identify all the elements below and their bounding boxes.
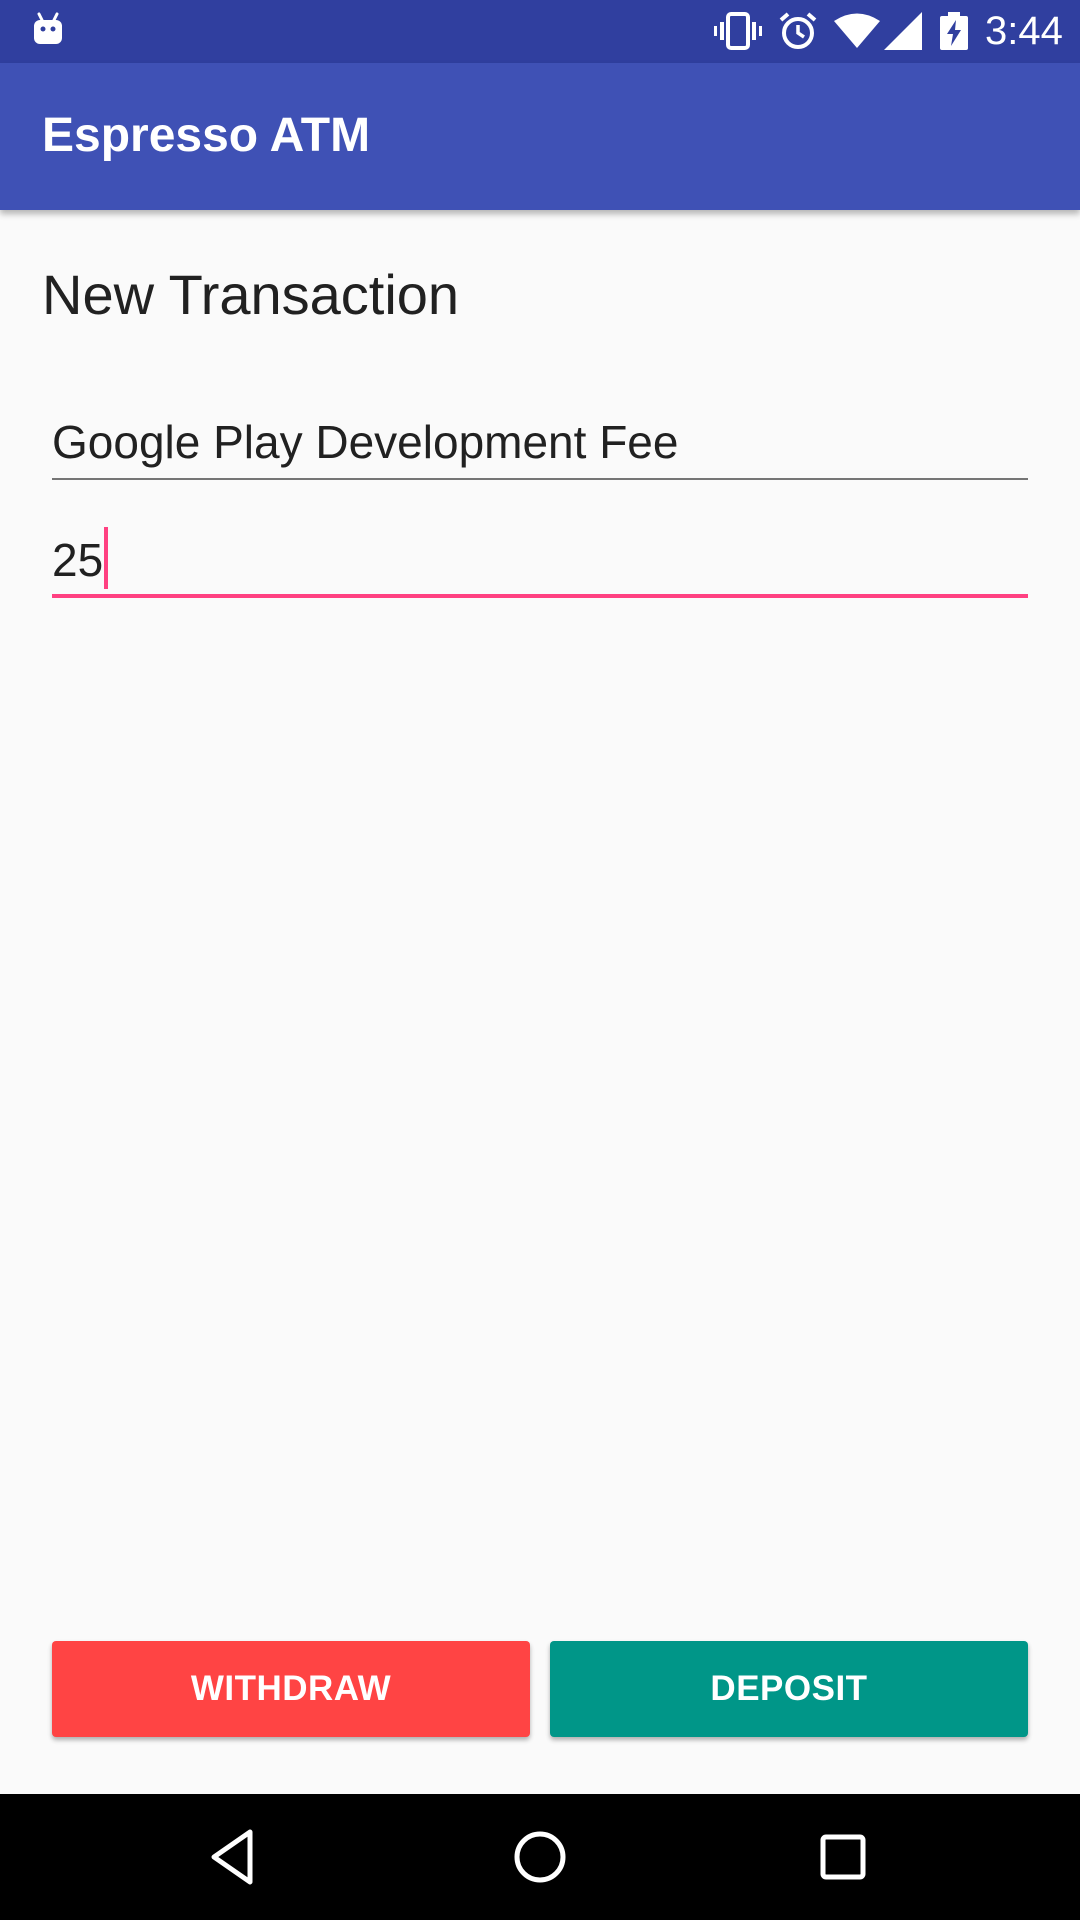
app-bar: Espresso ATM: [0, 63, 1080, 210]
description-underline: [52, 478, 1028, 480]
amount-underline-focused: [52, 594, 1028, 598]
back-icon[interactable]: [202, 1824, 268, 1890]
deposit-button[interactable]: DEPOSIT: [550, 1641, 1028, 1737]
app-title: Espresso ATM: [42, 109, 371, 162]
vibrate-icon: [714, 12, 762, 50]
description-field-container: [52, 412, 1028, 480]
screen: 3:44 Espresso ATM New Transaction WITHDR…: [0, 0, 1080, 1920]
status-bar-clock: 3:44: [985, 9, 1063, 53]
battery-charging-icon: [940, 12, 968, 50]
cell-signal-icon: [884, 12, 922, 50]
navigation-bar: [0, 1794, 1080, 1920]
status-bar: 3:44: [0, 0, 1080, 63]
recents-icon[interactable]: [810, 1824, 876, 1890]
android-notification-icon: [34, 12, 62, 44]
page-heading: New Transaction: [42, 263, 460, 326]
alarm-icon: [779, 12, 817, 49]
text-cursor: [104, 527, 108, 589]
wifi-icon: [834, 13, 880, 48]
amount-field-container: [52, 527, 1028, 598]
withdraw-button[interactable]: WITHDRAW: [52, 1641, 530, 1737]
description-input[interactable]: [52, 412, 1028, 472]
amount-input[interactable]: [52, 530, 1028, 590]
home-icon[interactable]: [507, 1824, 573, 1890]
